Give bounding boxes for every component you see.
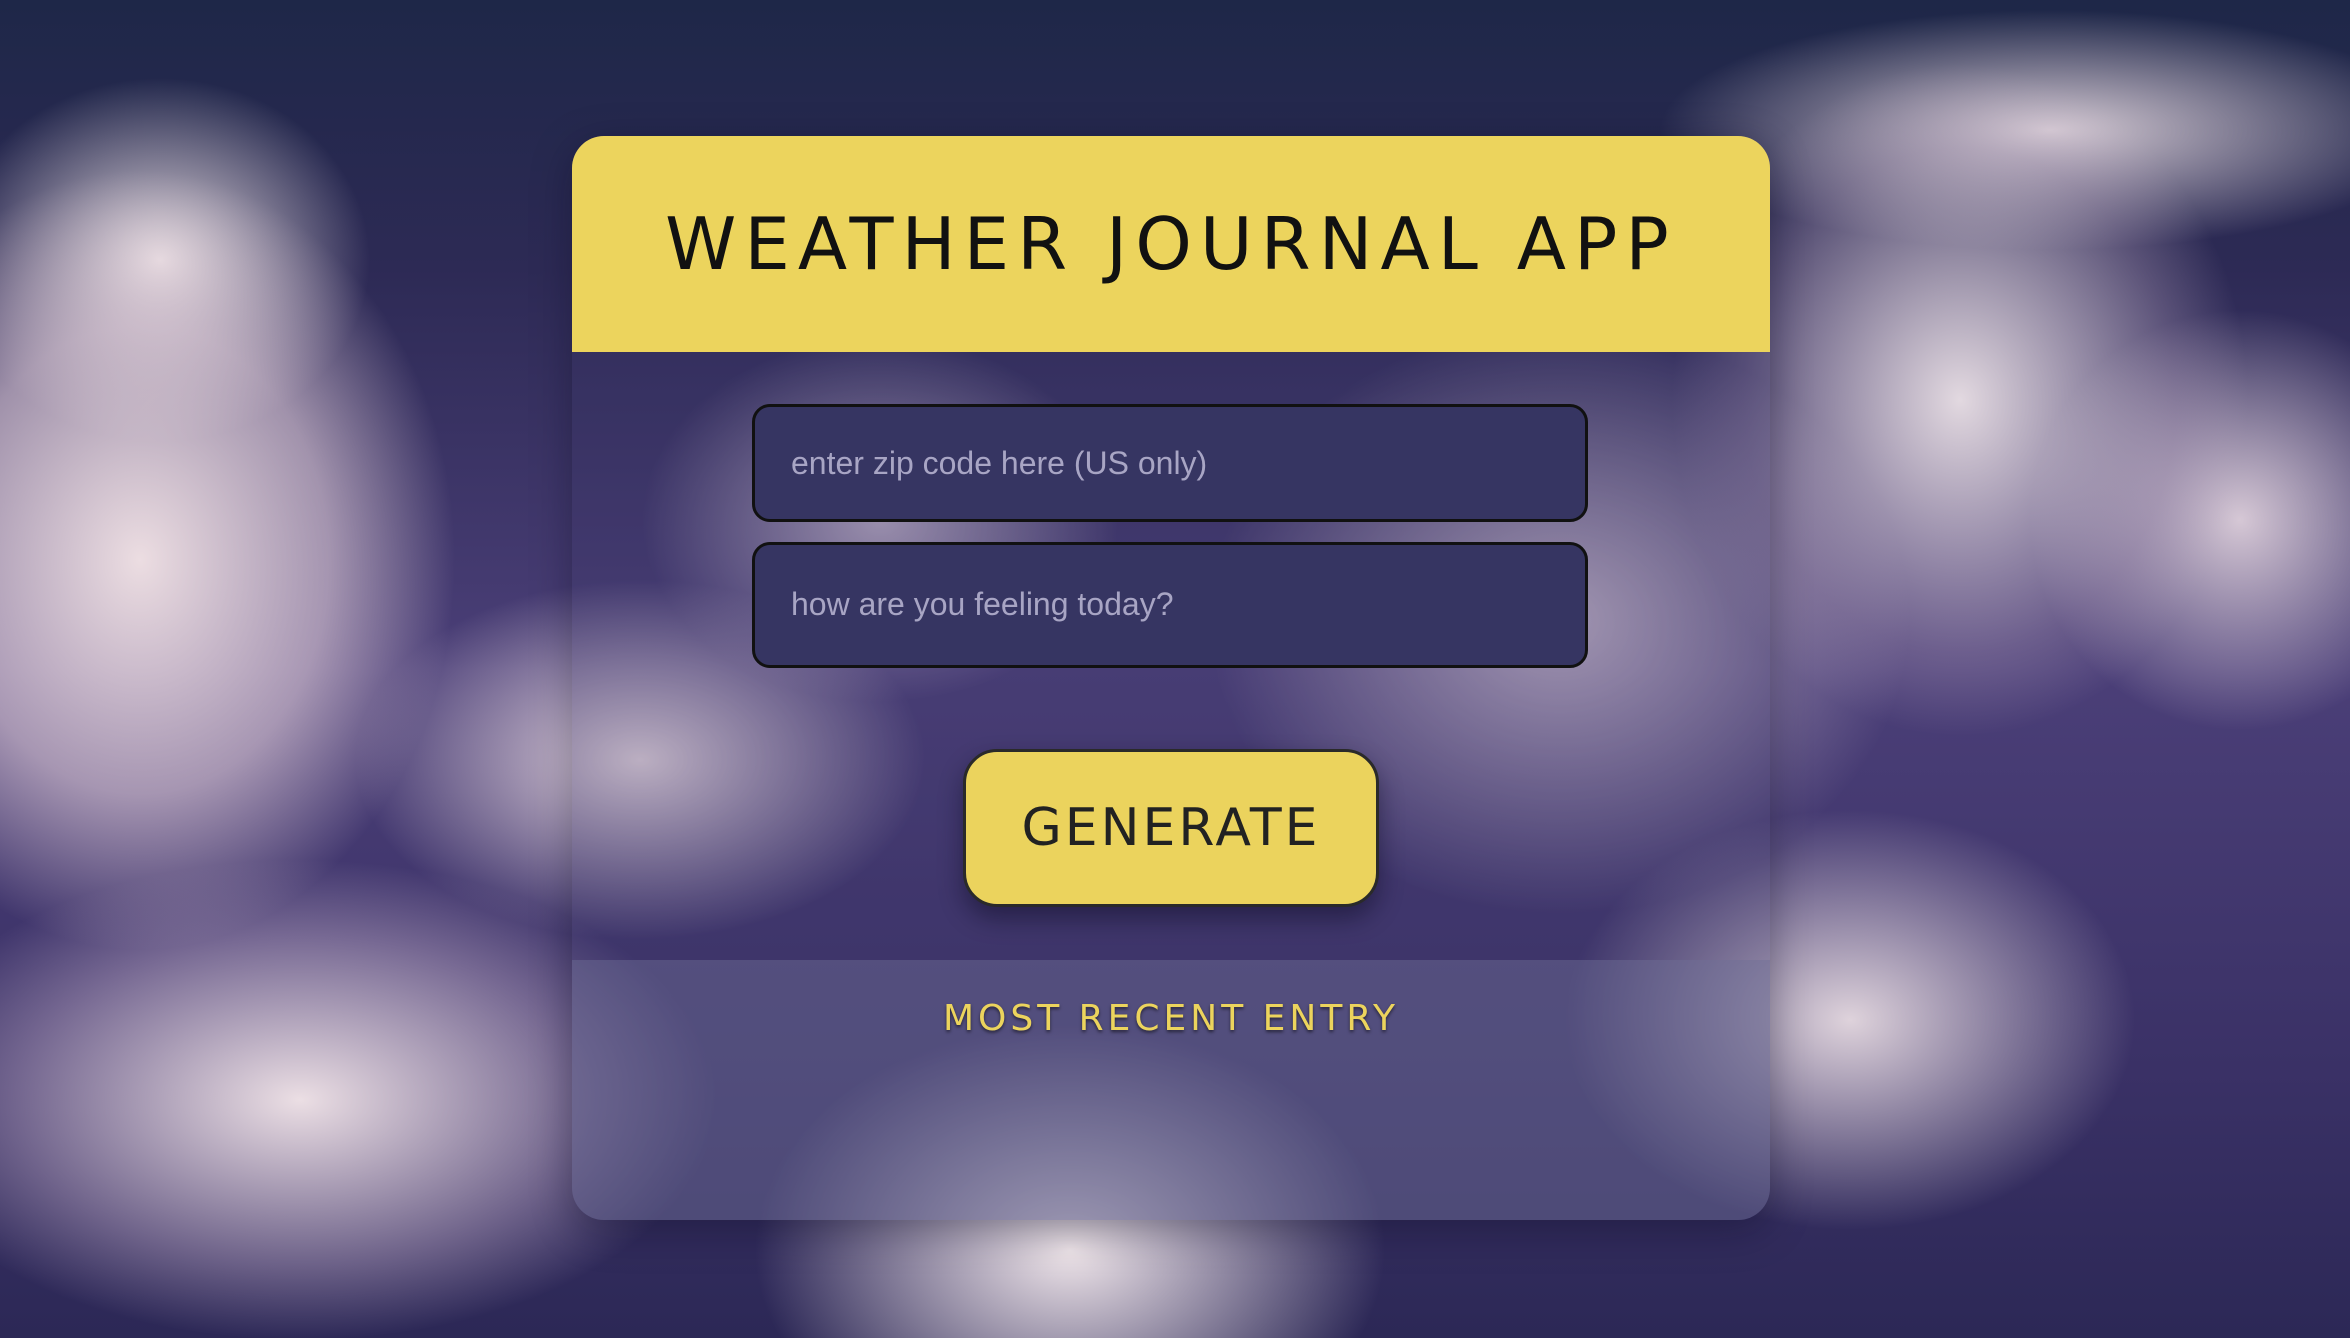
app-header: WEATHER JOURNAL APP <box>572 136 1770 352</box>
feelings-input[interactable] <box>752 542 1588 668</box>
most-recent-entry-title: MOST RECENT ENTRY <box>942 998 1400 1039</box>
most-recent-entry-section: MOST RECENT ENTRY <box>572 960 1770 1220</box>
journal-card: WEATHER JOURNAL APP GENERATE MOST RECENT… <box>572 136 1770 1220</box>
zip-code-input[interactable] <box>752 404 1588 522</box>
entry-holder <box>692 1070 1650 1190</box>
app-title: WEATHER JOURNAL APP <box>665 202 1677 286</box>
generate-button[interactable]: GENERATE <box>963 749 1379 907</box>
